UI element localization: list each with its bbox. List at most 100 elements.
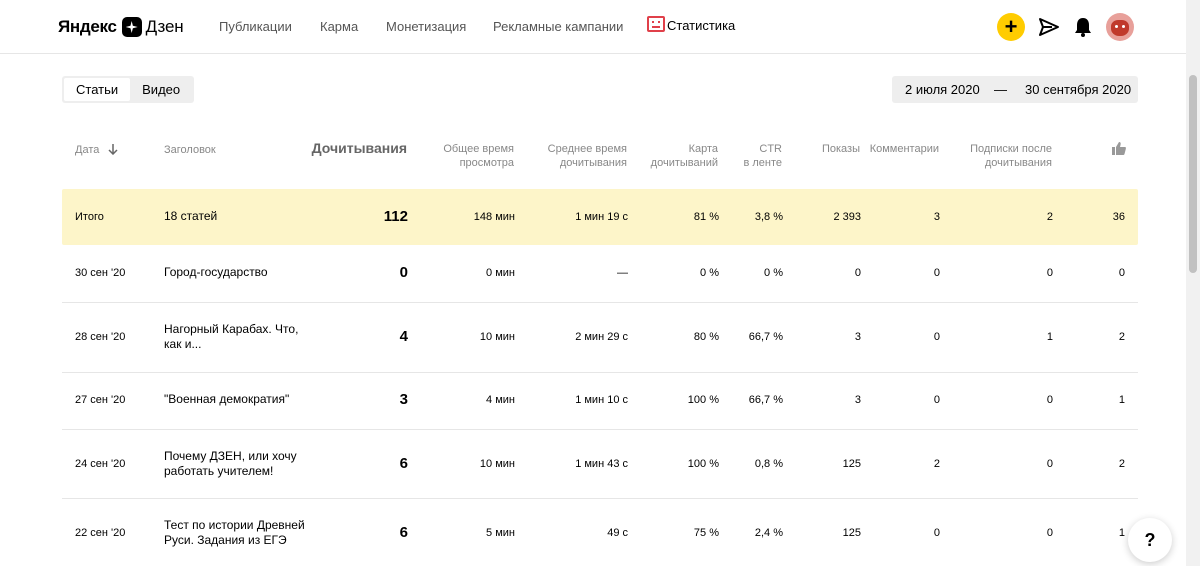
cell-likes: 1 [1118, 527, 1125, 539]
cell-ctr: 0 % [764, 267, 783, 279]
scrollbar-thumb[interactable] [1189, 75, 1197, 273]
column-subscriptions[interactable]: Подписки после дочитывания [942, 142, 1052, 170]
cell-comments: 3 [933, 211, 940, 223]
cell-map: 75 % [693, 527, 719, 539]
help-button[interactable]: ? [1128, 518, 1172, 562]
column-ctr-line2: в ленте [743, 157, 782, 169]
cell-reads: 0 [399, 264, 408, 281]
bell-icon[interactable] [1074, 17, 1092, 37]
cell-date: 30 сен '20 [75, 267, 126, 279]
nav-karma[interactable]: Карма [320, 19, 358, 34]
cell-subscriptions: 1 [1046, 331, 1053, 343]
cell-likes: 1 [1118, 394, 1125, 406]
cell-total-time: 4 мин [486, 394, 515, 406]
cell-avg-time: 2 мин 29 с [575, 331, 628, 343]
avatar[interactable] [1106, 13, 1134, 41]
table-row[interactable]: 24 сен '20 Почему ДЗЕН, или хочу работат… [62, 430, 1138, 499]
column-date[interactable]: Дата [75, 143, 118, 157]
column-avg-time[interactable]: Среднее время дочитывания [527, 142, 627, 170]
column-subs-line1: Подписки после [970, 143, 1052, 155]
cell-reads: 4 [399, 328, 408, 345]
toggle-articles[interactable]: Статьи [64, 78, 131, 101]
toggle-video[interactable]: Видео [130, 78, 192, 101]
cell-total-time: 10 мин [479, 458, 515, 470]
statistics-icon [647, 16, 665, 32]
nav-statistics[interactable]: Статистика [647, 16, 736, 33]
cell-ctr: 2,4 % [754, 527, 783, 539]
date-range-picker[interactable]: 2 июля 2020 — 30 сентября 2020 [892, 76, 1138, 103]
cell-map: 100 % [687, 458, 719, 470]
create-publication-button[interactable]: + [997, 13, 1025, 41]
cell-subscriptions: 2 [1046, 211, 1053, 223]
table-row[interactable]: 27 сен '20 "Военная демократия" 3 4 мин … [62, 373, 1138, 430]
cell-date: Итого [75, 211, 104, 223]
cell-subscriptions: 0 [1046, 267, 1053, 279]
nav-statistics-label: Статистика [667, 17, 736, 33]
column-map[interactable]: Карта дочитываний [618, 142, 718, 170]
table-row[interactable]: 30 сен '20 Город-государство 0 0 мин — 0… [62, 245, 1138, 303]
logo-yandex-text: Яндекс [58, 17, 117, 36]
cell-ctr: 66,7 % [748, 331, 783, 343]
column-comments[interactable]: Комментарии [859, 142, 939, 156]
zen-logo-icon [121, 17, 142, 37]
column-map-line2: дочитываний [650, 157, 718, 169]
cell-title[interactable]: Почему ДЗЕН, или хочу работать учителем! [164, 449, 314, 479]
cell-title[interactable]: Город-государство [164, 265, 314, 280]
help-icon: ? [1144, 529, 1156, 550]
column-reads[interactable]: Дочитывания [302, 141, 407, 155]
cell-title[interactable]: Нагорный Карабах. Что, как и... [164, 322, 314, 352]
cell-avg-time: 1 мин 10 с [575, 394, 628, 406]
cell-avg-time: 1 мин 19 с [575, 211, 628, 223]
date-separator: — [994, 82, 1007, 97]
logo[interactable]: Яндекс Дзен [58, 15, 184, 39]
column-views[interactable]: Показы [800, 142, 860, 156]
column-date-label: Дата [75, 144, 100, 156]
cell-ctr: 66,7 % [748, 394, 783, 406]
cell-map: 0 % [700, 267, 719, 279]
column-avg-time-line1: Среднее время [547, 143, 627, 155]
nav-publications[interactable]: Публикации [219, 19, 292, 34]
cell-reads: 6 [399, 455, 408, 472]
column-subs-line2: дочитывания [984, 157, 1052, 169]
cell-reads: 6 [399, 524, 408, 541]
column-total-time-line2: просмотра [459, 157, 514, 169]
column-avg-time-line2: дочитывания [559, 157, 627, 169]
cell-subscriptions: 0 [1046, 458, 1053, 470]
nav-ad-campaigns[interactable]: Рекламные кампании [493, 19, 623, 34]
cell-likes: 36 [1112, 211, 1125, 223]
table-row[interactable]: 22 сен '20 Тест по истории Древней Руси.… [62, 499, 1138, 566]
plus-icon: + [1004, 14, 1018, 39]
cell-date: 28 сен '20 [75, 331, 126, 343]
date-from[interactable]: 2 июля 2020 [905, 82, 980, 97]
nav-monetization[interactable]: Монетизация [386, 19, 466, 34]
cell-map: 81 % [693, 211, 719, 223]
column-ctr-line1: CTR [759, 143, 782, 155]
cell-subscriptions: 0 [1046, 527, 1053, 539]
date-to[interactable]: 30 сентября 2020 [1025, 82, 1131, 97]
table-total-row: Итого 18 статей 112 148 мин 1 мин 19 с 8… [62, 189, 1138, 245]
cell-total-time: 148 мин [473, 211, 515, 223]
cell-reads: 3 [399, 391, 408, 408]
cell-comments: 0 [933, 394, 940, 406]
cell-date: 27 сен '20 [75, 394, 126, 406]
cell-total-time: 0 мин [486, 267, 515, 279]
cell-total-time: 10 мин [479, 331, 515, 343]
logo-zen-text: Дзен [145, 17, 184, 36]
cell-map: 100 % [687, 394, 719, 406]
cell-reads: 112 [383, 208, 408, 225]
table-header: Дата Заголовок Дочитывания Общее время п… [62, 128, 1138, 188]
cell-date: 24 сен '20 [75, 458, 126, 470]
cell-avg-time: 1 мин 43 с [575, 458, 628, 470]
send-icon[interactable] [1038, 17, 1060, 37]
column-total-time-line1: Общее время [443, 143, 514, 155]
cell-comments: 0 [933, 267, 940, 279]
column-total-time[interactable]: Общее время просмотра [414, 142, 514, 170]
table-row[interactable]: 28 сен '20 Нагорный Карабах. Что, как и.… [62, 303, 1138, 373]
content-type-toggle: Статьи Видео [62, 76, 195, 103]
page-scrollbar[interactable] [1186, 0, 1200, 566]
cell-subscriptions: 0 [1046, 394, 1053, 406]
cell-title[interactable]: Тест по истории Древней Руси. Задания из… [164, 518, 314, 548]
thumbs-up-icon[interactable] [1112, 142, 1126, 155]
column-title[interactable]: Заголовок [164, 143, 216, 157]
column-ctr[interactable]: CTR в ленте [722, 142, 782, 170]
